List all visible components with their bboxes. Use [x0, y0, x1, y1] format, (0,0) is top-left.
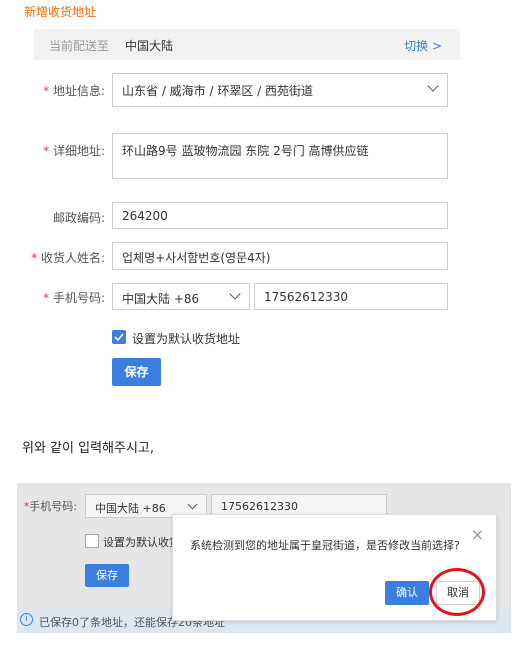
phone-label: * 手机号码: [43, 291, 105, 305]
phone-label-2: *手机号码: [23, 500, 77, 513]
postal-code-input[interactable]: 264200 [112, 202, 448, 229]
chevron-down-icon [229, 288, 241, 300]
recipient-name-input[interactable]: 업체명+사서함번호(영문4자) [112, 242, 448, 270]
name-value: 업체명+사서함번호(영문4자) [122, 251, 271, 265]
phone-country-select[interactable]: 中国大陆 +86 [112, 283, 250, 310]
default-label-2: 设置为默认收货 [103, 536, 180, 549]
ship-value: 中国大陆 [125, 39, 174, 53]
default-address-label: 设置为默认收货地址 [132, 332, 241, 346]
info-icon: i [20, 613, 33, 626]
form-title: 新增收货地址 [24, 5, 97, 19]
region-select[interactable]: 山东省 / 威海市 / 环翠区 / 西苑街道 [112, 73, 448, 107]
region-label: * 地址信息: [43, 84, 105, 98]
postal-label: 邮政编码: [52, 211, 105, 225]
detail-address-textarea[interactable]: 环山路9号 蓝玻物流园 东院 2号门 高博供应链 [112, 133, 448, 179]
confirm-button[interactable]: 确认 [385, 581, 429, 605]
phone-number-input[interactable]: 17562612330 [254, 283, 448, 310]
highlight-circle [429, 568, 485, 616]
shipping-destination-bar: 当前配送至 中国大陆 切换 > [34, 29, 460, 60]
phone-value: 17562612330 [264, 290, 348, 304]
checkmark-icon [114, 333, 124, 342]
close-icon[interactable]: × [471, 525, 484, 544]
switch-link[interactable]: 切换 > [404, 37, 442, 54]
instruction-caption: 위와 같이 입력해주시고, [22, 441, 154, 456]
detail-label: * 详细地址: [43, 144, 105, 158]
region-value: 山东省 / 威海市 / 环翠区 / 西苑街道 [122, 84, 314, 98]
save-button-2[interactable]: 保存 [85, 564, 129, 587]
save-button[interactable]: 保存 [112, 358, 161, 386]
ship-label: 当前配送至 [49, 39, 110, 53]
chevron-down-icon [187, 499, 198, 510]
dialog-message: 系统检测到您的地址属于皇冠街道，是否修改当前选择? [190, 539, 460, 552]
default-checkbox-2[interactable] [85, 534, 99, 548]
postal-value: 264200 [122, 209, 168, 223]
detail-value: 环山路9号 蓝玻物流园 东院 2号门 高博供应链 [122, 144, 369, 158]
name-label: * 收货人姓名: [31, 251, 105, 265]
phone-country-value: 中国大陆 +86 [122, 292, 200, 306]
required-mark: * [43, 84, 50, 98]
default-address-checkbox[interactable] [112, 330, 126, 344]
chevron-down-icon [427, 80, 439, 92]
